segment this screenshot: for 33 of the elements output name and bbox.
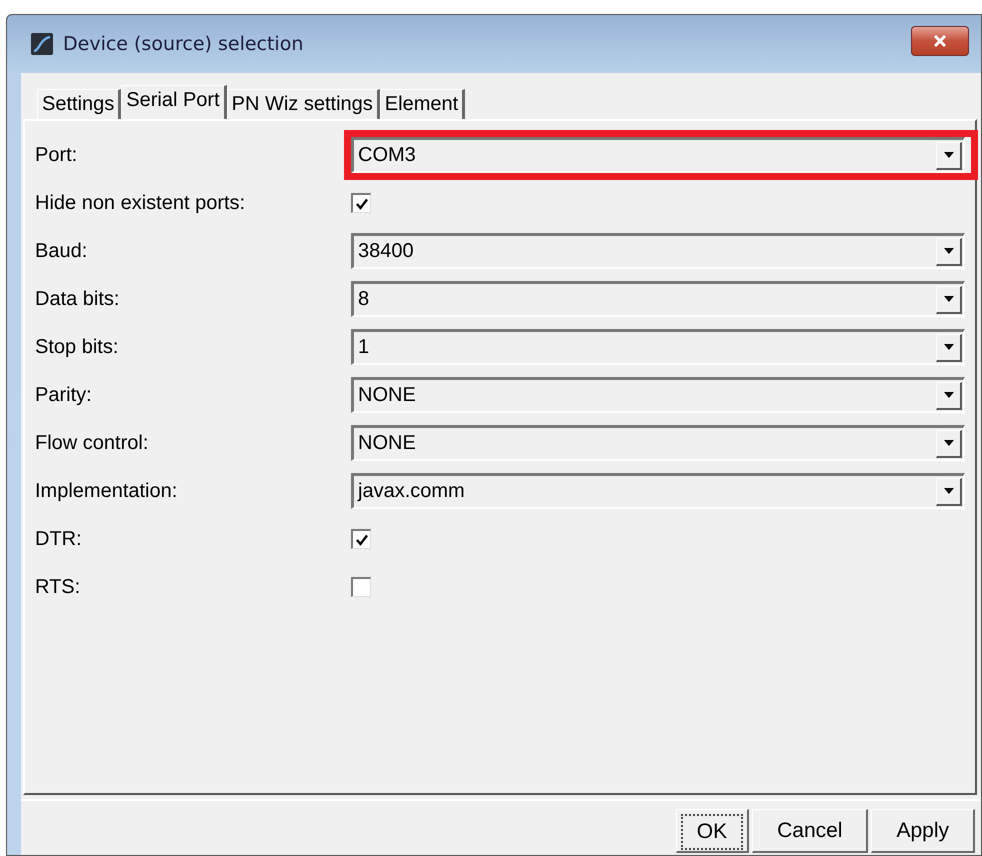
dropdown[interactable]: NONE — [351, 425, 965, 461]
field-label: RTS: — [35, 576, 82, 598]
tab[interactable]: Settings — [37, 89, 122, 119]
dropdown[interactable]: javax.comm — [351, 473, 965, 509]
dialog-button[interactable]: OK — [676, 809, 750, 853]
check-icon[interactable] — [356, 198, 368, 210]
checkbox[interactable] — [351, 193, 371, 213]
dropdown[interactable]: COM3 — [351, 137, 965, 173]
field-label: Hide non existent ports: — [35, 192, 246, 214]
close-icon[interactable] — [932, 35, 948, 47]
checkbox[interactable] — [351, 577, 371, 597]
field-label: Baud: — [35, 240, 88, 262]
field-label: Parity: — [35, 384, 93, 406]
field-label: Data bits: — [35, 288, 120, 310]
field-label: Port: — [35, 144, 78, 166]
field-label: Stop bits: — [35, 336, 120, 358]
dialog-button[interactable]: Apply — [871, 809, 975, 853]
app-icon — [31, 33, 53, 55]
dropdown[interactable]: 8 — [351, 281, 965, 317]
checkbox[interactable] — [351, 529, 371, 549]
dialog-button[interactable]: Cancel — [752, 809, 868, 853]
field-label: Implementation: — [35, 480, 178, 502]
field-label: Flow control: — [35, 432, 150, 454]
tab[interactable]: Serial Port — [121, 85, 227, 119]
tab[interactable]: Element — [380, 89, 466, 119]
close-button[interactable] — [911, 26, 969, 56]
field-label: DTR: — [35, 528, 83, 550]
dropdown[interactable]: 38400 — [351, 233, 965, 269]
dropdown[interactable]: NONE — [351, 377, 965, 413]
window-title: Device (source) selection — [63, 33, 304, 55]
check-icon[interactable] — [356, 534, 368, 546]
dropdown[interactable]: 1 — [351, 329, 965, 365]
tab[interactable]: PN Wiz settings — [226, 89, 380, 119]
